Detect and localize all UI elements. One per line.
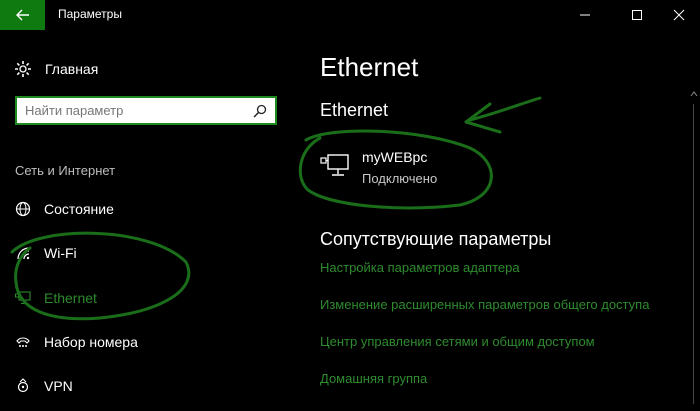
search-button[interactable] [251,102,269,120]
ethernet-icon [15,291,31,305]
sidebar-item-label: VPN [44,378,73,394]
globe-icon [15,201,31,217]
related-settings-title: Сопутствующие параметры [320,229,552,249]
back-arrow-icon [15,9,29,21]
sidebar-item-label: Состояние [44,201,114,217]
scrollbar-track[interactable] [693,104,694,404]
nav-home[interactable]: Главная [14,58,98,80]
page-title: Ethernet [320,52,419,82]
sidebar-item-wifi[interactable]: Wi-Fi [14,242,77,264]
link-network-center[interactable]: Центр управления сетями и общим доступом [320,334,595,349]
title-bar: Параметры [0,0,700,30]
link-adapter-settings[interactable]: Настройка параметров адаптера [320,260,520,275]
wifi-icon [17,247,30,260]
link-homegroup[interactable]: Домашняя группа [320,371,427,386]
minimize-icon [580,14,590,16]
search-input[interactable] [17,98,243,123]
dialup-icon [16,337,30,347]
network-status: Подключено [362,171,438,186]
sidebar-item-vpn[interactable]: VPN [14,375,73,397]
maximize-button[interactable] [614,0,660,30]
scrollbar[interactable] [690,86,698,411]
close-button[interactable] [656,0,700,30]
sidebar-item-label: Ethernet [44,290,97,306]
network-name: myWEBpc [362,149,428,165]
nav-home-label: Главная [45,61,99,77]
maximize-icon [632,10,642,20]
search-box[interactable] [15,96,277,125]
sidebar-item-dialup[interactable]: Набор номера [14,331,138,353]
link-sharing-settings[interactable]: Изменение расширенных параметров общего … [320,297,649,312]
window-title: Параметры [58,7,122,21]
sidebar-item-ethernet[interactable]: Ethernet [14,287,97,309]
section-title-ethernet: Ethernet [320,100,389,120]
sidebar-section-title: Сеть и Интернет [15,163,116,178]
network-connection[interactable]: myWEBpc Подключено [318,146,488,190]
ethernet-icon [320,154,349,176]
minimize-button[interactable] [562,0,608,30]
sidebar-item-label: Wi-Fi [44,245,77,261]
search-icon [253,104,267,118]
back-button[interactable] [0,0,45,30]
sidebar-item-label: Набор номера [44,334,138,350]
close-icon [673,9,685,21]
sidebar-item-status[interactable]: Состояние [14,198,114,220]
gear-icon [15,61,31,77]
scroll-up-arrow-icon [690,91,698,97]
vpn-icon [17,378,29,393]
